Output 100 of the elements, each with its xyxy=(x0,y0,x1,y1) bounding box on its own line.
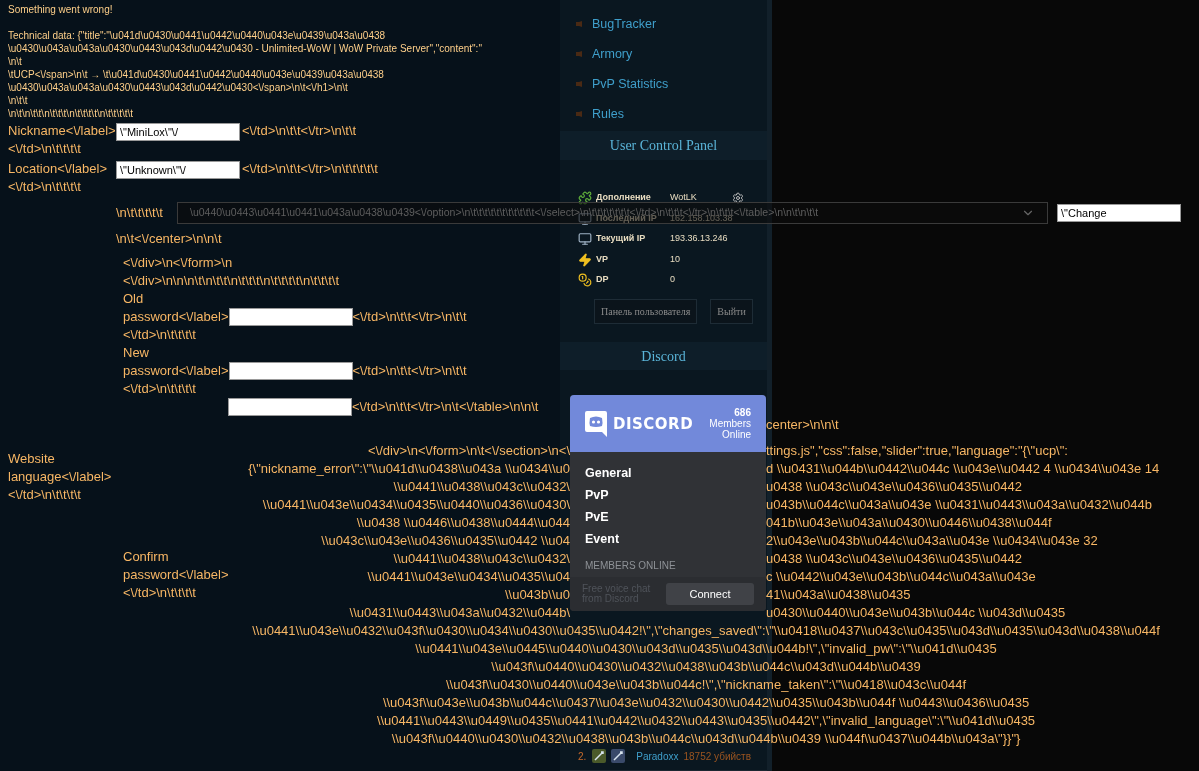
account-label: Текущий IP xyxy=(596,232,647,246)
technical-line: \tUCP<\/span>\n\t → \t\u041d\u0430\u0441\u0442\u0440\u043e\u0439\u043a\u0438 xyxy=(8,68,384,81)
dump-text: \\u0441\\u0438\\u043c\\u0432\ xyxy=(393,478,570,496)
label-text: Location<\/label> xyxy=(8,160,108,178)
error-heading: Something went wrong! xyxy=(8,3,113,16)
dump-text: \\u0441\\u043e\\u0434\\u0435\\u0440\\u0436\\u0430\ xyxy=(262,496,570,514)
markup-text: <\/td>\n\t\t<\/tr>\n\t\t\t\t\t xyxy=(242,160,378,178)
nav-link[interactable]: BugTracker xyxy=(592,14,657,34)
discord-wordmark: DISCORD xyxy=(613,413,694,435)
markup-text: <\/td>\n\t\t\t\t xyxy=(123,380,196,398)
emblem-icon xyxy=(592,749,607,763)
technical-line: \n\t\t xyxy=(8,94,28,107)
dump-text: \\u0441\\u043e\\u0432\\u043f\\u0430\\u0434\\u0430\\u0435\\u0442!\",\"changes_saved\":\"\\u0418\\u0437\\u043c\\u0435\\u043d\\u0435\\u043d\\u0438\\u044f xyxy=(252,622,1160,640)
members-label: Members Online xyxy=(709,418,751,441)
markup-text: <\/td>\n\t\t<\/tr>\n\t\t xyxy=(352,308,467,326)
dump-text: \\u0431\\u0443\\u043a\\u0432\\u044b\ xyxy=(349,604,570,622)
label-text: <\/td>\n\t\t\t\t xyxy=(8,486,81,504)
player-name[interactable]: Paradoxx xyxy=(636,748,679,764)
dump-text: <\/div>\n<\/form>\n\t<\/section>\n<\ xyxy=(368,442,570,460)
account-value: WotLK xyxy=(670,191,698,205)
channel-item[interactable]: PvP xyxy=(585,484,766,507)
dump-text: \\u043f\\u0440\\u0430\\u0432\\u0438\\u043b\\u044c\\u043d\\u044b\\u0439 xyxy=(491,658,921,676)
dump-text: \\u043f\\u0440\\u0430\\u0432\\u0438\\u043b\\u044c\\u043d\\u044b\\u0439 \\u044f\\u0437\\u044b\\u043a\"}}"} xyxy=(391,730,1021,748)
password-field[interactable] xyxy=(228,398,352,416)
markup-text: \n\t<\/center>\n\n\t xyxy=(116,230,222,248)
dump-text: c \\u0442\\u043e\\u043b\\u044c\\u043a\\u043e xyxy=(766,568,1036,586)
dump-text: 041b\\u043e\\u043a\\u0430\\u0446\\u0438\\u044f xyxy=(766,514,1052,532)
input-field[interactable]: \"Unknown\"\/ xyxy=(116,161,240,179)
password-field[interactable] xyxy=(228,308,353,326)
rank-number: 2. xyxy=(578,749,588,764)
dump-text: 41\\u043a\\u0438\\u0435 xyxy=(766,586,911,604)
label-text: password<\/label> xyxy=(123,308,229,326)
dump-text: \\u043b\\u0 xyxy=(504,586,570,604)
dump-text: \\u0438 \\u0446\\u0438\\u0444\\u044 xyxy=(356,514,570,532)
markup-text: <\/td>\n\t\t<\/tr>\n\t<\/table>\n\n\t xyxy=(352,398,539,416)
markup-text: <\/td>\n\t\t\t\t xyxy=(123,326,196,344)
technical-line: Technical data: {"title":"\u041d\u0430\u0441\u0442\u0440\u043e\u0439\u043a\u0438 xyxy=(8,29,386,42)
account-value: 10 xyxy=(670,252,681,266)
coins-icon xyxy=(578,273,592,288)
panel-button[interactable]: Панель пользователя xyxy=(594,299,698,325)
dump-text: u0438 \\u043c\\u043e\\u0436\\u0435\\u0442 xyxy=(766,478,1022,496)
dump-text: \\u0441\\u043e\\u0445\\u0440\\u0430\\u043d\\u0435\\u043d\\u044b!\",\"invalid_pw\":\"\\u041d\\u0435 xyxy=(415,640,997,658)
technical-line: \u0430\u043a\u043a\u0430\u0443\u043d\u0442\u0430<\/span>\n\t<\/h1>\n\t xyxy=(8,81,348,94)
label-text: language<\/label> xyxy=(8,468,112,486)
channel-item[interactable]: PvE xyxy=(585,506,766,529)
panel-title: Discord xyxy=(641,347,686,366)
label-text: <\/td>\n\t\t\t\t xyxy=(123,584,196,602)
dump-text: \\u043c\\u043e\\u0436\\u0435\\u0442 \\u04 xyxy=(321,532,570,550)
input-field[interactable]: \"MiniLox\"\/ xyxy=(116,123,240,141)
label-text: password<\/label> xyxy=(123,566,229,584)
discord-logo-icon xyxy=(585,410,607,437)
dump-text: d \\u0431\\u044b\\u0442\\u044c \\u043e\\u0442 4 \\u0434\\u043e 14 xyxy=(766,460,1160,478)
markup-text: <\/td>\n\t\t<\/tr>\n\t\t xyxy=(242,122,357,140)
dump-text: \\u043f\\u0430\\u0440\\u043e\\u043b\\u044c!\",\"nickname_taken\":\"\\u0418\\u043c\\u044f xyxy=(445,676,967,694)
account-label: DP xyxy=(596,273,610,287)
bullet-icon xyxy=(576,111,582,117)
password-field[interactable] xyxy=(228,362,353,380)
dump-text: 2\\u043e\\u043b\\u044c\\u043a\\u043e \\u0434\\u043e 32 xyxy=(766,532,1098,550)
technical-line: \n\t xyxy=(8,55,22,68)
monitor-icon xyxy=(578,232,592,247)
label-text: New xyxy=(123,344,149,362)
markup-text: <\/div>\n\n\n\t\n\t\t\n\t\t\t\n\t\t\t\t\n\t\t\t\t xyxy=(123,272,340,290)
label-text: <\/td>\n\t\t\t\t xyxy=(8,178,81,196)
dump-text: \\u0441\\u043e\\u0434\\u0435\\u04 xyxy=(367,568,570,586)
dump-text: \\u0441\\u0438\\u043c\\u0432\ xyxy=(393,550,570,568)
puzzle-icon xyxy=(578,191,592,206)
bullet-icon xyxy=(576,81,582,87)
panel-title: User Control Panel xyxy=(609,136,718,155)
nav-link[interactable]: PvP Statistics xyxy=(592,74,669,94)
label-text: Website xyxy=(8,450,55,468)
technical-line: \u0430\u043a\u043a\u0430\u0443\u043d\u0442\u0430 - Unlimited-WoW | WoW Private Server","content":" xyxy=(8,42,482,55)
dump-text: u0430\\u0440\\u043e\\u043b\\u044c \\u043d\\u0435 xyxy=(766,604,1066,622)
dump-text: u0438 \\u043c\\u043e\\u0436\\u0435\\u0442 xyxy=(766,550,1022,568)
submit-input[interactable]: \"Change xyxy=(1057,204,1181,222)
account-label: VP xyxy=(596,252,609,266)
account-label: Дополнение xyxy=(596,191,652,205)
markup-text: <\/td>\n\t\t<\/tr>\n\t\t xyxy=(352,362,467,380)
sword-icon xyxy=(611,749,626,763)
label-text: Nickname<\/label> xyxy=(8,122,116,140)
channel-item[interactable]: Event xyxy=(585,528,766,551)
connect-button[interactable]: Connect xyxy=(666,583,754,605)
dump-text: u043b\\u044c\\u043a\\u043e \\u0431\\u0443\\u043a\\u0432\\u044b xyxy=(766,496,1153,514)
channel-item[interactable]: General xyxy=(585,462,766,485)
markup-text: \n\t\t\t\t\t xyxy=(116,204,164,222)
settings-icon[interactable] xyxy=(732,192,744,205)
members-count: 686 xyxy=(734,407,751,419)
dump-text: {\"nickname_error\":\"\\u041d\\u0438\\u043a \\u0434\\u0 xyxy=(248,460,570,478)
panel-button[interactable]: Выйти xyxy=(710,299,753,325)
lightning-icon xyxy=(578,252,592,267)
account-value: 193.36.13.246 xyxy=(670,232,729,246)
account-value: 0 xyxy=(670,273,676,287)
technical-line: \n\t\n\t\t\n\t\t\t\n\t\t\t\t\n\t\t\t\t\t xyxy=(8,107,134,120)
dump-text: \\u0441\\u0443\\u0449\\u0435\\u0441\\u0442\\u0432\\u0443\\u0435\\u0442\",\"invalid_language\":\"\\u041d\\u0435 xyxy=(376,712,1036,730)
dump-text: center>\n\n\t xyxy=(766,416,839,434)
nav-link[interactable]: Armory xyxy=(592,44,633,64)
nav-link[interactable]: Rules xyxy=(592,104,624,124)
bullet-icon xyxy=(576,21,582,27)
kill-count: 18752 убийств xyxy=(683,749,751,764)
label-text: Old xyxy=(123,290,144,308)
label-text: <\/td>\n\t\t\t\t xyxy=(8,140,81,158)
